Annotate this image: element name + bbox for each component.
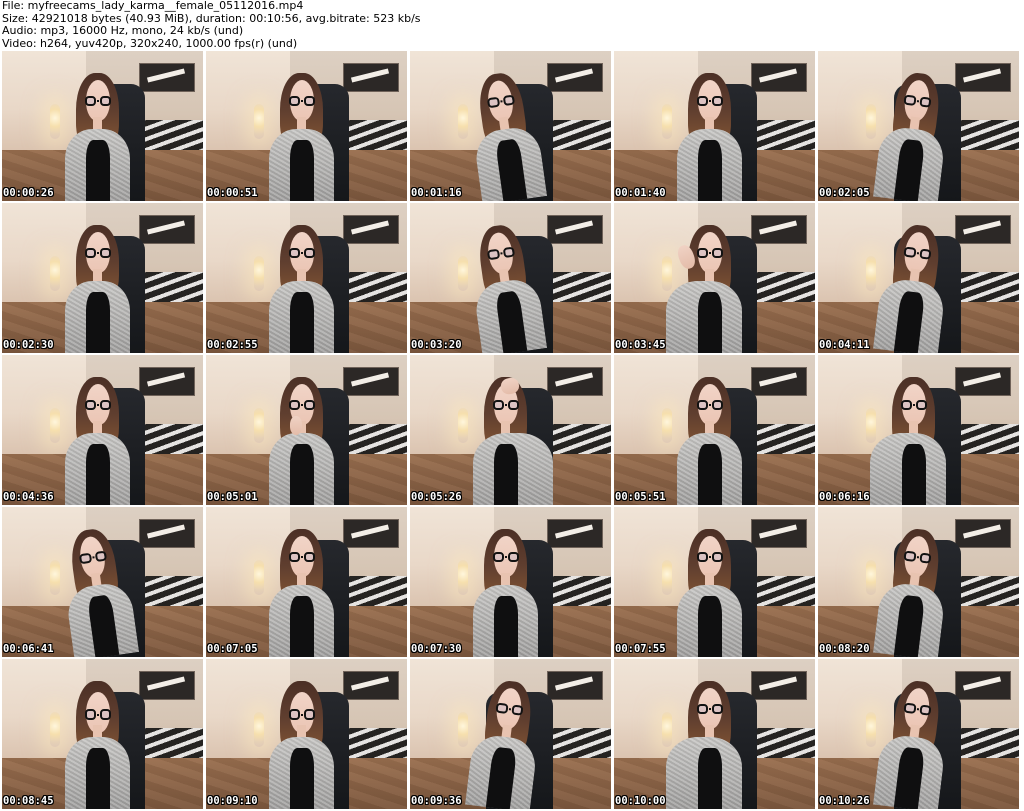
thumbnail-frame: 00:09:10 (206, 659, 407, 809)
thumbnail-timestamp: 00:10:00 (615, 795, 666, 807)
thumbnail-timestamp: 00:08:45 (3, 795, 54, 807)
thumbnail-timestamp: 00:03:20 (411, 339, 462, 351)
thumbnail-frame: 00:02:30 (2, 203, 203, 353)
thumbnail-timestamp: 00:02:05 (819, 187, 870, 199)
thumbnail-frame: 00:07:05 (206, 507, 407, 657)
thumbnail-timestamp: 00:03:45 (615, 339, 666, 351)
thumbnail-frame: 00:01:40 (614, 51, 815, 201)
audio-info-line: Audio: mp3, 16000 Hz, mono, 24 kb/s (und… (2, 24, 244, 37)
thumbnail-frame: 00:03:45 (614, 203, 815, 353)
thumbnail-timestamp: 00:08:20 (819, 643, 870, 655)
thumbnail-frame: 00:08:45 (2, 659, 203, 809)
thumbnail-frame: 00:08:20 (818, 507, 1019, 657)
thumbnail-frame: 00:02:05 (818, 51, 1019, 201)
thumbnail-frame: 00:01:16 (410, 51, 611, 201)
thumbnail-frame: 00:09:36 (410, 659, 611, 809)
video-info-line: Video: h264, yuv420p, 320x240, 1000.00 f… (2, 36, 298, 50)
thumbnail-timestamp: 00:07:30 (411, 643, 462, 655)
thumbnail-timestamp: 00:01:40 (615, 187, 666, 199)
thumbnail-timestamp: 00:00:51 (207, 187, 258, 199)
thumbnail-timestamp: 00:06:16 (819, 491, 870, 503)
file-info-header: File: myfreecams_lady_karma__female_0511… (2, 0, 1022, 50)
thumbnail-frame: 00:03:20 (410, 203, 611, 353)
thumbnail-timestamp: 00:07:05 (207, 643, 258, 655)
thumbnail-timestamp: 00:05:51 (615, 491, 666, 503)
thumbnail-timestamp: 00:09:36 (411, 795, 462, 807)
thumbnail-frame: 00:05:01 (206, 355, 407, 505)
thumbnail-timestamp: 00:10:26 (819, 795, 870, 807)
thumbnail-grid: 00:00:26 00:00:51 00:01:16 00:01:40 00:0… (2, 51, 1022, 811)
thumbnail-frame: 00:00:51 (206, 51, 407, 201)
thumbnail-timestamp: 00:06:41 (3, 643, 54, 655)
thumbnail-frame: 00:10:00 (614, 659, 815, 809)
thumbnail-frame: 00:06:41 (2, 507, 203, 657)
thumbnail-timestamp: 00:05:26 (411, 491, 462, 503)
thumbnail-timestamp: 00:01:16 (411, 187, 462, 199)
thumbnail-frame: 00:05:26 (410, 355, 611, 505)
thumbnail-timestamp: 00:09:10 (207, 795, 258, 807)
thumbnail-timestamp: 00:02:30 (3, 339, 54, 351)
thumbnail-timestamp: 00:02:55 (207, 339, 258, 351)
thumbnail-timestamp: 00:00:26 (3, 187, 54, 199)
thumbnail-frame: 00:04:11 (818, 203, 1019, 353)
thumbnail-timestamp: 00:04:36 (3, 491, 54, 503)
thumbnail-frame: 00:07:55 (614, 507, 815, 657)
file-name-line: File: myfreecams_lady_karma__female_0511… (2, 0, 304, 12)
thumbnail-frame: 00:00:26 (2, 51, 203, 201)
thumbnail-frame: 00:06:16 (818, 355, 1019, 505)
thumbnail-frame: 00:02:55 (206, 203, 407, 353)
thumbnail-timestamp: 00:07:55 (615, 643, 666, 655)
thumbnail-frame: 00:04:36 (2, 355, 203, 505)
thumbnail-frame: 00:05:51 (614, 355, 815, 505)
thumbnail-frame: 00:07:30 (410, 507, 611, 657)
thumbnail-timestamp: 00:04:11 (819, 339, 870, 351)
thumbnail-frame: 00:10:26 (818, 659, 1019, 809)
thumbnail-timestamp: 00:05:01 (207, 491, 258, 503)
